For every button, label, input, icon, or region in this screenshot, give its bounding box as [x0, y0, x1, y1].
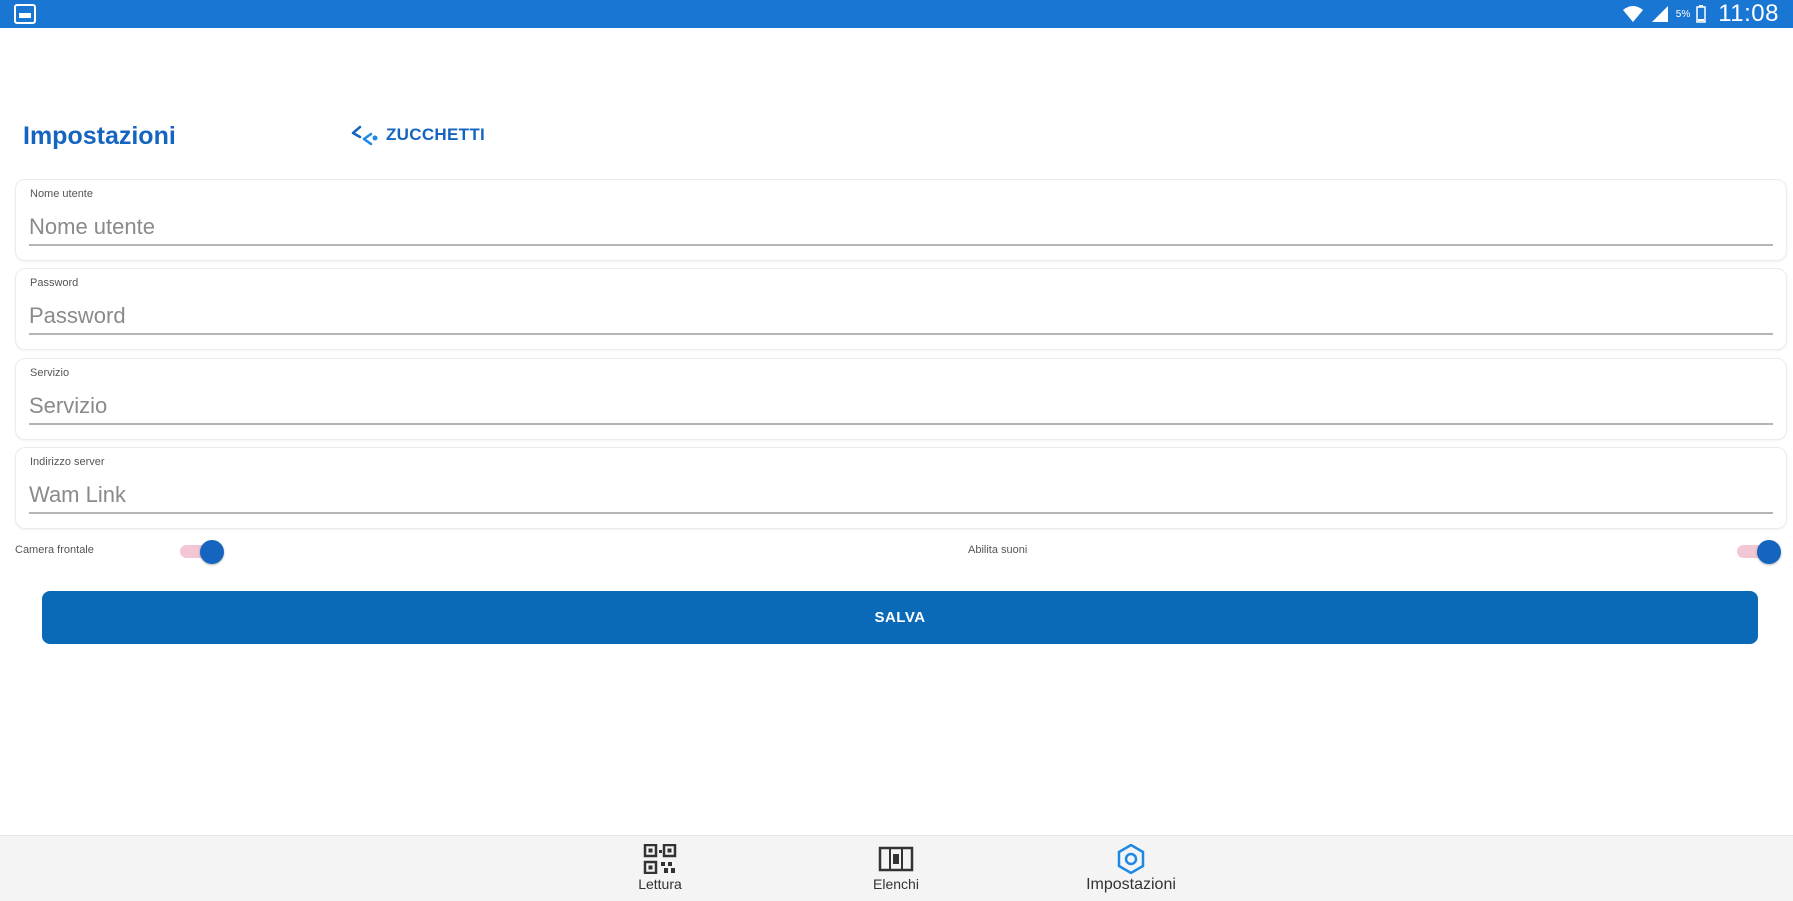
server-address-label: Indirizzo server — [30, 456, 105, 468]
nav-label-lettura: Lettura — [638, 876, 682, 892]
nav-item-elenchi[interactable]: Elenchi — [826, 844, 966, 896]
battery-percent: 5% — [1675, 8, 1691, 20]
clock: 11:08 — [1718, 0, 1779, 27]
bottom-navigation: Lettura Elenchi Impostazioni — [0, 835, 1793, 901]
password-label: Password — [30, 277, 79, 289]
service-input[interactable] — [29, 389, 1773, 425]
password-field: Password — [15, 268, 1787, 350]
username-input[interactable] — [29, 210, 1773, 246]
front-camera-switch[interactable] — [178, 540, 224, 564]
server-address-input[interactable] — [29, 478, 1773, 514]
switch-thumb — [1757, 540, 1781, 564]
nav-label-impostazioni: Impostazioni — [1086, 876, 1176, 893]
password-input[interactable] — [29, 299, 1773, 335]
logo-text: ZUCCHETTI — [386, 125, 486, 144]
status-bar: 5% 11:08 — [0, 0, 1793, 28]
battery-icon — [1696, 5, 1706, 23]
username-label: Nome utente — [30, 188, 93, 200]
username-field: Nome utente — [15, 179, 1787, 261]
front-camera-label: Camera frontale — [15, 544, 94, 556]
nav-item-lettura[interactable]: Lettura — [590, 844, 730, 896]
save-button[interactable]: SALVA — [42, 591, 1758, 644]
list-card-icon — [878, 846, 914, 872]
page-title: Impostazioni — [23, 122, 176, 150]
zucchetti-logo: ZUCCHETTI — [350, 123, 485, 147]
service-label: Servizio — [30, 367, 70, 379]
gallery-notification-icon — [14, 4, 36, 24]
nav-item-impostazioni[interactable]: Impostazioni — [1061, 844, 1201, 896]
zucchetti-logo-mark-icon — [351, 125, 378, 146]
qr-code-icon — [643, 844, 677, 874]
switch-thumb — [200, 540, 224, 564]
server-address-field: Indirizzo server — [15, 447, 1787, 529]
wifi-icon — [1622, 6, 1643, 22]
signal-icon — [1651, 6, 1668, 22]
nav-label-elenchi: Elenchi — [873, 876, 919, 892]
status-icons: 5% 11:08 — [1622, 0, 1779, 28]
settings-gear-icon — [1117, 844, 1145, 874]
enable-sounds-switch[interactable] — [1735, 540, 1781, 564]
service-field: Servizio — [15, 358, 1787, 440]
enable-sounds-label: Abilita suoni — [968, 544, 1028, 556]
